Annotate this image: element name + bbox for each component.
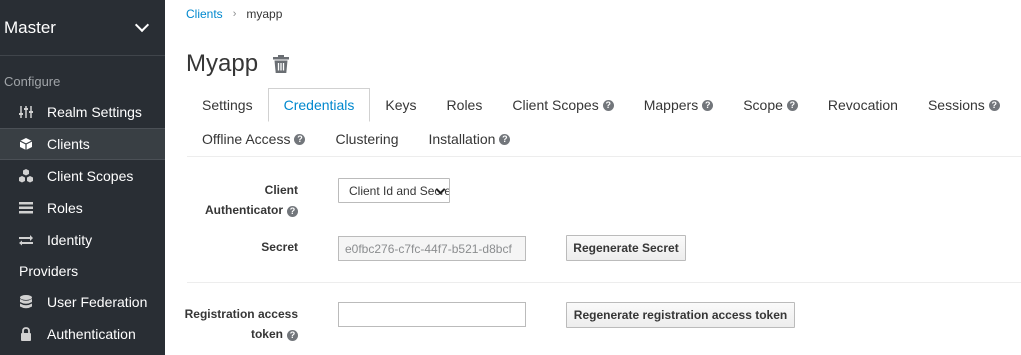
tab-label: Revocation	[827, 97, 898, 113]
tab-row-1: Settings Credentials Keys Roles Client S…	[187, 88, 1021, 122]
secret-field[interactable]: e0fbc276-c7fc-44f7-b521-d8bcf	[338, 236, 526, 261]
regenerate-secret-button[interactable]: Regenerate Secret	[566, 235, 686, 261]
tab-installation[interactable]: Installation?	[413, 122, 525, 156]
select-value: Client Id and Secret	[349, 183, 450, 198]
page-title: Myapp	[186, 50, 259, 77]
sidebar-item-label: Clients	[47, 136, 90, 152]
help-icon[interactable]: ?	[702, 99, 714, 111]
tab-label: Keys	[385, 97, 417, 113]
help-icon[interactable]: ?	[499, 133, 511, 145]
breadcrumb-clients-link[interactable]: Clients	[186, 7, 223, 21]
client-authenticator-select[interactable]: Client Id and Secret	[338, 178, 450, 203]
trash-icon[interactable]	[273, 55, 290, 76]
sidebar-item-label: Client Scopes	[47, 168, 134, 184]
exchange-icon	[18, 233, 34, 247]
client-authenticator-label: Client Authenticator?	[185, 180, 298, 220]
realm-name: Master	[4, 17, 56, 37]
breadcrumb-current: myapp	[246, 7, 283, 21]
secret-label: Secret	[261, 240, 298, 254]
tab-sessions[interactable]: Sessions?	[913, 88, 1015, 122]
help-icon[interactable]: ?	[988, 99, 1000, 111]
sidebar-item-label: User Federation	[47, 294, 148, 310]
sliders-icon	[18, 105, 34, 119]
breadcrumb-separator: ›	[232, 8, 237, 20]
tab-row-2: Offline Access? Clustering Installation?	[187, 122, 1021, 156]
help-icon[interactable]: ?	[287, 206, 298, 217]
sidebar-item-clients[interactable]: Clients	[0, 128, 165, 160]
help-icon[interactable]: ?	[786, 99, 798, 111]
registration-token-label: Registration access token?	[175, 304, 298, 344]
label-line: Registration access	[184, 307, 298, 321]
tab-offline-access[interactable]: Offline Access?	[187, 122, 320, 156]
database-icon	[18, 295, 34, 309]
registration-token-field[interactable]	[338, 302, 526, 327]
help-icon[interactable]: ?	[294, 133, 306, 145]
cubes-icon	[18, 169, 34, 183]
tab-label: Credentials	[283, 97, 355, 113]
label-line-with-help: token?	[175, 324, 298, 344]
cube-icon	[18, 137, 34, 151]
tab-roles[interactable]: Roles	[432, 88, 498, 122]
tab-scope[interactable]: Scope?	[728, 88, 813, 122]
sidebar-item-identity-providers[interactable]: Identity	[0, 224, 165, 256]
sidebar-item-label: Authentication	[47, 326, 136, 342]
sidebar-item-realm-settings[interactable]: Realm Settings	[0, 96, 165, 128]
main-content: Clients › myapp Myapp Settings Credentia…	[165, 0, 1021, 355]
tab-label: Settings	[202, 97, 253, 113]
label-line-with-help: Authenticator?	[185, 200, 298, 220]
sidebar-item-roles[interactable]: Roles	[0, 192, 165, 224]
tab-revocation[interactable]: Revocation	[813, 88, 913, 122]
tab-label: Sessions	[927, 97, 985, 113]
page-header: Myapp	[186, 50, 290, 78]
tab-label: Scope	[743, 97, 783, 113]
chevron-down-icon	[134, 17, 150, 32]
tab-label: Offline Access	[202, 131, 291, 147]
realm-selector[interactable]: Master	[0, 0, 165, 56]
sidebar-item-user-federation[interactable]: User Federation	[0, 286, 165, 318]
sidebar: Master Configure Realm Settings Clients …	[0, 0, 165, 355]
tab-clustering[interactable]: Clustering	[320, 122, 413, 156]
client-tabs: Settings Credentials Keys Roles Client S…	[187, 88, 1021, 156]
help-icon[interactable]: ?	[287, 330, 298, 341]
regenerate-token-button[interactable]: Regenerate registration access token	[566, 302, 795, 328]
tab-settings[interactable]: Settings	[187, 88, 268, 122]
tab-mappers[interactable]: Mappers?	[629, 88, 728, 122]
tab-underline	[187, 156, 1021, 157]
tab-client-scopes[interactable]: Client Scopes?	[497, 88, 628, 122]
label-line: Client	[264, 183, 298, 197]
help-icon[interactable]: ?	[602, 99, 614, 111]
tab-label: Roles	[446, 97, 483, 113]
sidebar-item-label: Realm Settings	[47, 104, 142, 120]
sidebar-item-authentication[interactable]: Authentication	[0, 318, 165, 350]
sidebar-item-label: Providers	[19, 263, 79, 279]
section-divider	[187, 282, 1021, 283]
sidebar-item-providers-continued[interactable]: Providers	[0, 256, 165, 286]
sidebar-item-label: Identity	[47, 232, 93, 248]
tab-keys[interactable]: Keys	[370, 88, 431, 122]
sidebar-item-client-scopes[interactable]: Client Scopes	[0, 160, 165, 192]
lock-icon	[18, 327, 34, 341]
tab-label: Client Scopes	[512, 97, 599, 113]
tab-label: Installation	[428, 131, 496, 147]
tab-credentials[interactable]: Credentials	[267, 88, 371, 122]
sidebar-item-label: Roles	[47, 200, 83, 216]
label-text: Authenticator	[205, 203, 283, 217]
label-text: token	[250, 327, 283, 341]
list-icon	[18, 201, 34, 215]
tab-label: Clustering	[335, 131, 399, 147]
breadcrumb: Clients › myapp	[186, 7, 282, 21]
section-configure: Configure	[4, 74, 61, 89]
tab-label: Mappers	[643, 97, 699, 113]
